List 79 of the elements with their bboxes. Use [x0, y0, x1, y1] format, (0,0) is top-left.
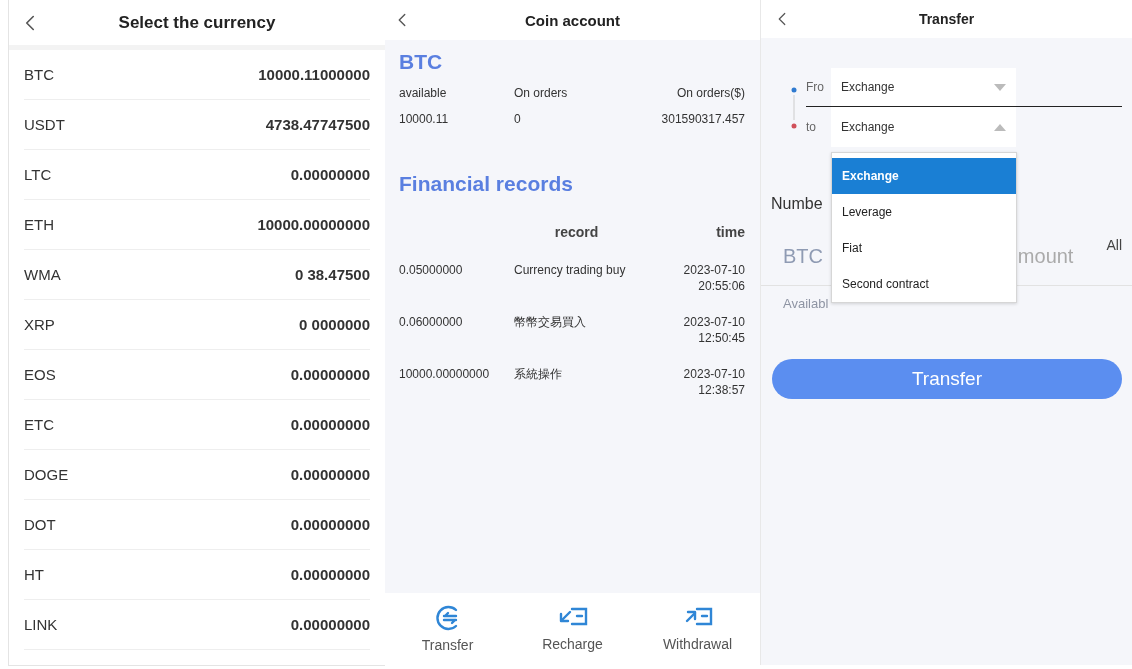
currency-row[interactable]: ETC 0.00000000	[24, 400, 370, 450]
page-title: Transfer	[918, 11, 975, 27]
nav-button[interactable]: Transfer	[385, 593, 510, 665]
caret-icon	[994, 123, 1006, 131]
record-amount: 0.05000000	[399, 262, 464, 279]
record-type: 幣幣交易買入	[514, 314, 587, 331]
column-header: time	[715, 224, 745, 242]
record-type: Currency trading buy	[514, 262, 627, 279]
currency-row[interactable]: WMA 0 38.47500	[24, 250, 370, 300]
currency-balance: 0 38.47500	[294, 266, 370, 283]
record-date: 2023-07-10	[682, 314, 745, 330]
currency-row[interactable]: XRP 0 0000000	[24, 300, 370, 350]
column-label: available	[399, 86, 448, 100]
record-time: 20:55:06	[697, 278, 745, 294]
currency-symbol: ETH	[24, 216, 54, 233]
available-text: Availabl	[783, 296, 830, 311]
currency-balance: 10000.11000000	[258, 66, 370, 83]
select-label: to	[806, 120, 817, 134]
currency-symbol: HT	[24, 566, 44, 583]
currency-balance: 0.00000000	[290, 366, 370, 383]
dropdown-option[interactable]: Leverage	[832, 194, 1016, 230]
currency-row[interactable]: USDT 4738.47747500	[24, 100, 370, 150]
record-time: 12:38:57	[697, 382, 745, 398]
currency-balance: 4738.47747500	[265, 116, 370, 133]
currency-row[interactable]: DOT 0.00000000	[24, 500, 370, 550]
currency-symbol: EOS	[24, 366, 56, 383]
currency-symbol: DOT	[24, 516, 56, 533]
select-label: Fro	[806, 80, 825, 94]
section-title: Financial records	[399, 172, 574, 196]
route-dots-icon	[789, 86, 799, 130]
dropdown-option[interactable]: Fiat	[832, 230, 1016, 266]
balance-value: 10000.11	[399, 112, 450, 126]
coin-label: BTC	[783, 245, 823, 268]
record-amount: 0.06000000	[399, 314, 464, 331]
currency-balance: 0.00000000	[290, 616, 370, 633]
balance-value: 301590317.457	[660, 112, 745, 126]
dropdown-option[interactable]: Second contract	[832, 266, 1016, 302]
currency-symbol: DOGE	[24, 466, 69, 483]
currency-symbol: BTC	[24, 66, 54, 83]
column-label: On orders($)	[675, 86, 745, 100]
currency-balance: 0 0000000	[299, 316, 370, 333]
currency-balance: 0.00000000	[290, 516, 370, 533]
currency-symbol: XRP	[24, 316, 55, 333]
currency-row[interactable]: LTC 0.00000000	[24, 150, 370, 200]
balance-value: 0	[514, 112, 522, 126]
record-type: 系統操作	[514, 366, 563, 383]
dropdown-option[interactable]: Exchange	[832, 158, 1016, 194]
amount-placeholder: mount	[1017, 245, 1074, 268]
currency-row[interactable]: HT 0.00000000	[24, 550, 370, 600]
currency-symbol: WMA	[24, 266, 61, 283]
caret-icon	[994, 83, 1006, 91]
record-date: 2023-07-10	[682, 262, 745, 278]
currency-row[interactable]: ETH 10000.00000000	[24, 200, 370, 250]
currency-symbol: LTC	[24, 166, 52, 183]
nav-button[interactable]: Withdrawal	[635, 593, 760, 665]
page-title: Select the currency	[118, 12, 276, 33]
record-amount: 10000.00000000	[399, 366, 491, 383]
currency-balance: 0.00000000	[290, 166, 370, 183]
currency-row[interactable]: DOGE 0.00000000	[24, 450, 370, 500]
account-select[interactable]: Exchange	[831, 68, 1016, 106]
coin-title: BTC	[399, 50, 444, 74]
currency-symbol: USDT	[24, 116, 65, 133]
currency-balance: 10000.00000000	[257, 216, 370, 233]
currency-balance: 0.00000000	[290, 566, 370, 583]
column-label: On orders	[514, 86, 569, 100]
currency-row[interactable]: BTC 10000.11000000	[24, 50, 370, 100]
record-time: 12:50:45	[697, 330, 745, 346]
currency-symbol: ETC	[24, 416, 54, 433]
currency-row[interactable]: LINK 0.00000000	[24, 600, 370, 650]
currency-symbol: LINK	[24, 616, 58, 633]
currency-row[interactable]: EOS 0.00000000	[24, 350, 370, 400]
currency-balance: 0.00000000	[290, 466, 370, 483]
account-select[interactable]: Exchange	[831, 107, 1016, 147]
page-title: Coin account	[525, 11, 620, 29]
column-header: record	[553, 224, 600, 242]
nav-button[interactable]: Recharge	[510, 593, 635, 665]
currency-balance: 0.00000000	[290, 416, 370, 433]
all-link[interactable]: All	[1106, 237, 1122, 253]
record-date: 2023-07-10	[682, 366, 745, 382]
